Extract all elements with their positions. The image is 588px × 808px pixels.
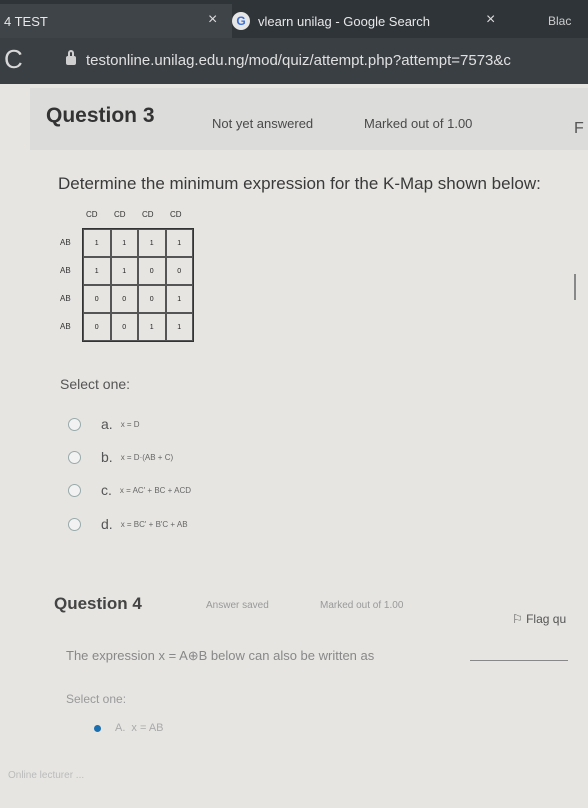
kmap-cell: 1	[165, 285, 193, 313]
kmap-cell: 1	[110, 257, 138, 285]
browser-tab-bar: 4 TEST × G vlearn unilag - Google Search…	[0, 0, 588, 38]
option-expression: x = AB	[131, 722, 164, 734]
select-one-label: Select one:	[60, 376, 131, 392]
kmap-row-header: AB	[60, 266, 71, 275]
address-bar: C testonline.unilag.edu.ng/mod/quiz/atte…	[0, 38, 588, 84]
question-4-text: The expression x = A⊕B below can also be…	[66, 648, 375, 663]
kmap-cell: 0	[110, 285, 138, 313]
option-a[interactable]: a. x = D	[68, 416, 140, 432]
question-3-mark: Marked out of 1.00	[364, 116, 473, 131]
radio-button[interactable]	[68, 483, 81, 497]
kmap-cell: 0	[138, 257, 166, 285]
kmap-cell: 0	[83, 285, 111, 313]
kmap-cell: 1	[138, 313, 166, 341]
kmap-cell: 0	[83, 313, 111, 341]
option-label: A.	[115, 722, 126, 734]
footer-text: Online lecturer ...	[8, 770, 85, 781]
kmap-cell: 1	[165, 229, 193, 257]
tab-google-search[interactable]: G vlearn unilag - Google Search ×	[232, 4, 512, 38]
kmap-row-header: AB	[60, 238, 71, 247]
close-tab-icon[interactable]: ×	[208, 11, 217, 29]
flag-icon: ⚐	[512, 612, 527, 626]
question-3-state: Not yet answered	[212, 116, 314, 131]
option-a-q4[interactable]: A. x = AB	[94, 722, 164, 734]
option-label: c.	[101, 482, 112, 498]
kmap-col-header: CD	[142, 210, 154, 219]
kmap-col-header: CD	[86, 210, 98, 219]
flag-question-4-label: Flag qu	[526, 612, 567, 626]
flag-question-4[interactable]: ⚐ Flag qu	[512, 612, 566, 626]
kmap-row-header: AB	[60, 322, 71, 331]
radio-button-selected[interactable]	[94, 724, 101, 732]
google-icon: G	[232, 12, 250, 30]
radio-button[interactable]	[68, 417, 81, 431]
kmap-col-header: CD	[114, 210, 126, 219]
option-expression: x = D·(AB + C)	[120, 452, 174, 462]
question-4-mark: Marked out of 1.00	[320, 600, 404, 611]
option-label: d.	[101, 516, 113, 532]
flag-question-3[interactable]: F	[574, 120, 584, 138]
lock-icon	[66, 50, 76, 65]
kmap-cell: 1	[83, 229, 111, 257]
kmap-grid: 1 1 1 1 1 1 0 0 0 0 0 1 0 0 1 1	[82, 228, 194, 342]
question-3-text: Determine the minimum expression for the…	[58, 174, 541, 193]
kmap-row-header: AB	[60, 294, 71, 303]
option-b[interactable]: b. x = D·(AB + C)	[68, 449, 173, 465]
kmap-cell: 1	[83, 257, 111, 285]
question-3-title: Question 3	[46, 104, 155, 127]
option-expression: x = AC' + BC + ACD	[119, 485, 192, 495]
kmap-cell: 1	[165, 313, 193, 341]
question-4-state: Answer saved	[206, 600, 269, 611]
radio-button[interactable]	[68, 517, 81, 531]
option-label: b.	[101, 449, 113, 465]
kmap-cell: 1	[110, 229, 138, 257]
kmap-cell: 0	[110, 313, 138, 341]
radio-button[interactable]	[68, 450, 81, 464]
close-tab-icon[interactable]: ×	[486, 11, 495, 29]
option-c[interactable]: c. x = AC' + BC + ACD	[68, 482, 191, 498]
kmap-cell: 1	[138, 229, 166, 257]
select-one-label: Select one:	[66, 692, 127, 706]
option-d[interactable]: d. x = BC' + B'C + AB	[68, 516, 188, 532]
kmap-cell: 0	[165, 257, 193, 285]
option-label: a.	[101, 416, 113, 432]
url-field[interactable]: testonline.unilag.edu.ng/mod/quiz/attemp…	[86, 52, 511, 69]
tab-blac[interactable]: Blac	[548, 4, 588, 38]
tab-test[interactable]: 4 TEST ×	[0, 4, 234, 38]
option-expression: x = D	[120, 419, 140, 429]
option-expression: x = BC' + B'C + AB	[120, 519, 188, 529]
tab-blac-label: Blac	[548, 14, 572, 28]
question-4-title: Question 4	[54, 594, 142, 613]
tab-google-label: vlearn unilag - Google Search	[258, 13, 430, 29]
reload-icon[interactable]: C	[4, 44, 23, 75]
kmap-col-header: CD	[170, 210, 182, 219]
tab-test-label: 4 TEST	[4, 13, 48, 29]
kmap-cell: 0	[138, 285, 166, 313]
answer-blank	[470, 660, 568, 661]
side-panel-edge	[574, 274, 588, 300]
